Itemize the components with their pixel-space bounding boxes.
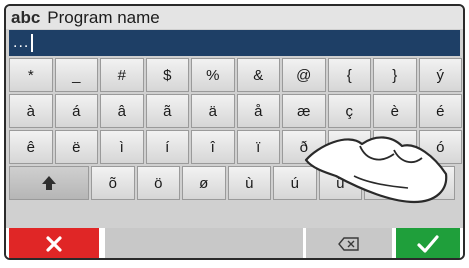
keyboard-row-3: êëìíîïðñòó <box>6 130 463 164</box>
key[interactable]: à <box>9 94 53 128</box>
key[interactable]: @ <box>282 58 326 92</box>
key[interactable]: ø <box>182 166 226 200</box>
keyboard-row-2: àáâãäåæçèé <box>6 94 463 128</box>
key[interactable]: * <box>9 58 53 92</box>
key[interactable]: _ <box>54 58 98 92</box>
backspace-icon <box>338 237 359 251</box>
keyboard-row-4: õ ö ø ù ú û ü Abc <box>6 166 463 200</box>
key[interactable]: ü <box>364 166 408 200</box>
program-name-input[interactable]: ... <box>9 30 460 56</box>
key[interactable]: è <box>373 94 417 128</box>
title-bar: abc Program name <box>6 6 463 29</box>
key[interactable]: ö <box>136 166 180 200</box>
key[interactable]: ð <box>282 130 326 164</box>
key[interactable]: î <box>191 130 235 164</box>
key[interactable]: ò <box>373 130 417 164</box>
close-icon <box>46 236 62 252</box>
key[interactable]: ï <box>236 130 280 164</box>
shift-arrow-icon <box>42 176 56 190</box>
cancel-button[interactable] <box>9 228 99 258</box>
key[interactable]: û <box>318 166 362 200</box>
key[interactable]: â <box>100 94 144 128</box>
key[interactable]: ì <box>100 130 144 164</box>
key[interactable]: ã <box>145 94 189 128</box>
key[interactable]: ú <box>273 166 317 200</box>
confirm-button[interactable] <box>396 228 460 258</box>
key[interactable]: ê <box>9 130 53 164</box>
keyboard-screen: abc Program name ... * _ # $% & @{} ý à á â ã ä å æ ç è… <box>4 4 465 260</box>
page-title: Program name <box>47 7 160 27</box>
key[interactable]: ó <box>418 130 462 164</box>
key[interactable]: æ <box>282 94 326 128</box>
key[interactable]: { <box>327 58 371 92</box>
key[interactable]: # <box>100 58 144 92</box>
key[interactable]: ù <box>227 166 271 200</box>
input-value: ... <box>13 34 30 51</box>
key[interactable]: ä <box>191 94 235 128</box>
key[interactable]: ý <box>418 58 462 92</box>
key[interactable]: $ <box>145 58 189 92</box>
key[interactable]: } <box>373 58 417 92</box>
key[interactable]: õ <box>91 166 135 200</box>
key[interactable]: % <box>191 58 235 92</box>
bottom-bar <box>6 228 463 258</box>
key[interactable]: ç <box>327 94 371 128</box>
shift-key[interactable] <box>9 166 89 200</box>
key[interactable]: í <box>145 130 189 164</box>
key[interactable]: á <box>54 94 98 128</box>
key[interactable]: ë <box>54 130 98 164</box>
checkmark-icon <box>417 235 439 253</box>
on-screen-keyboard: * _ # $% & @{} ý à á â ã ä å æ ç è é ê ë ì í î ï ð ñ ò ó õ ö ø ù ú û ü Abc <box>6 58 463 202</box>
key[interactable]: ñ <box>327 130 371 164</box>
key[interactable]: å <box>236 94 280 128</box>
space-bar[interactable] <box>105 228 303 258</box>
key[interactable]: Abc <box>409 166 455 200</box>
key[interactable]: é <box>418 94 462 128</box>
keyboard-row-1: * _ # $% & @{} ý <box>6 58 463 92</box>
text-caret <box>31 34 34 52</box>
backspace-button[interactable] <box>306 228 392 258</box>
key[interactable]: & <box>236 58 280 92</box>
title-prefix: abc <box>11 7 41 27</box>
